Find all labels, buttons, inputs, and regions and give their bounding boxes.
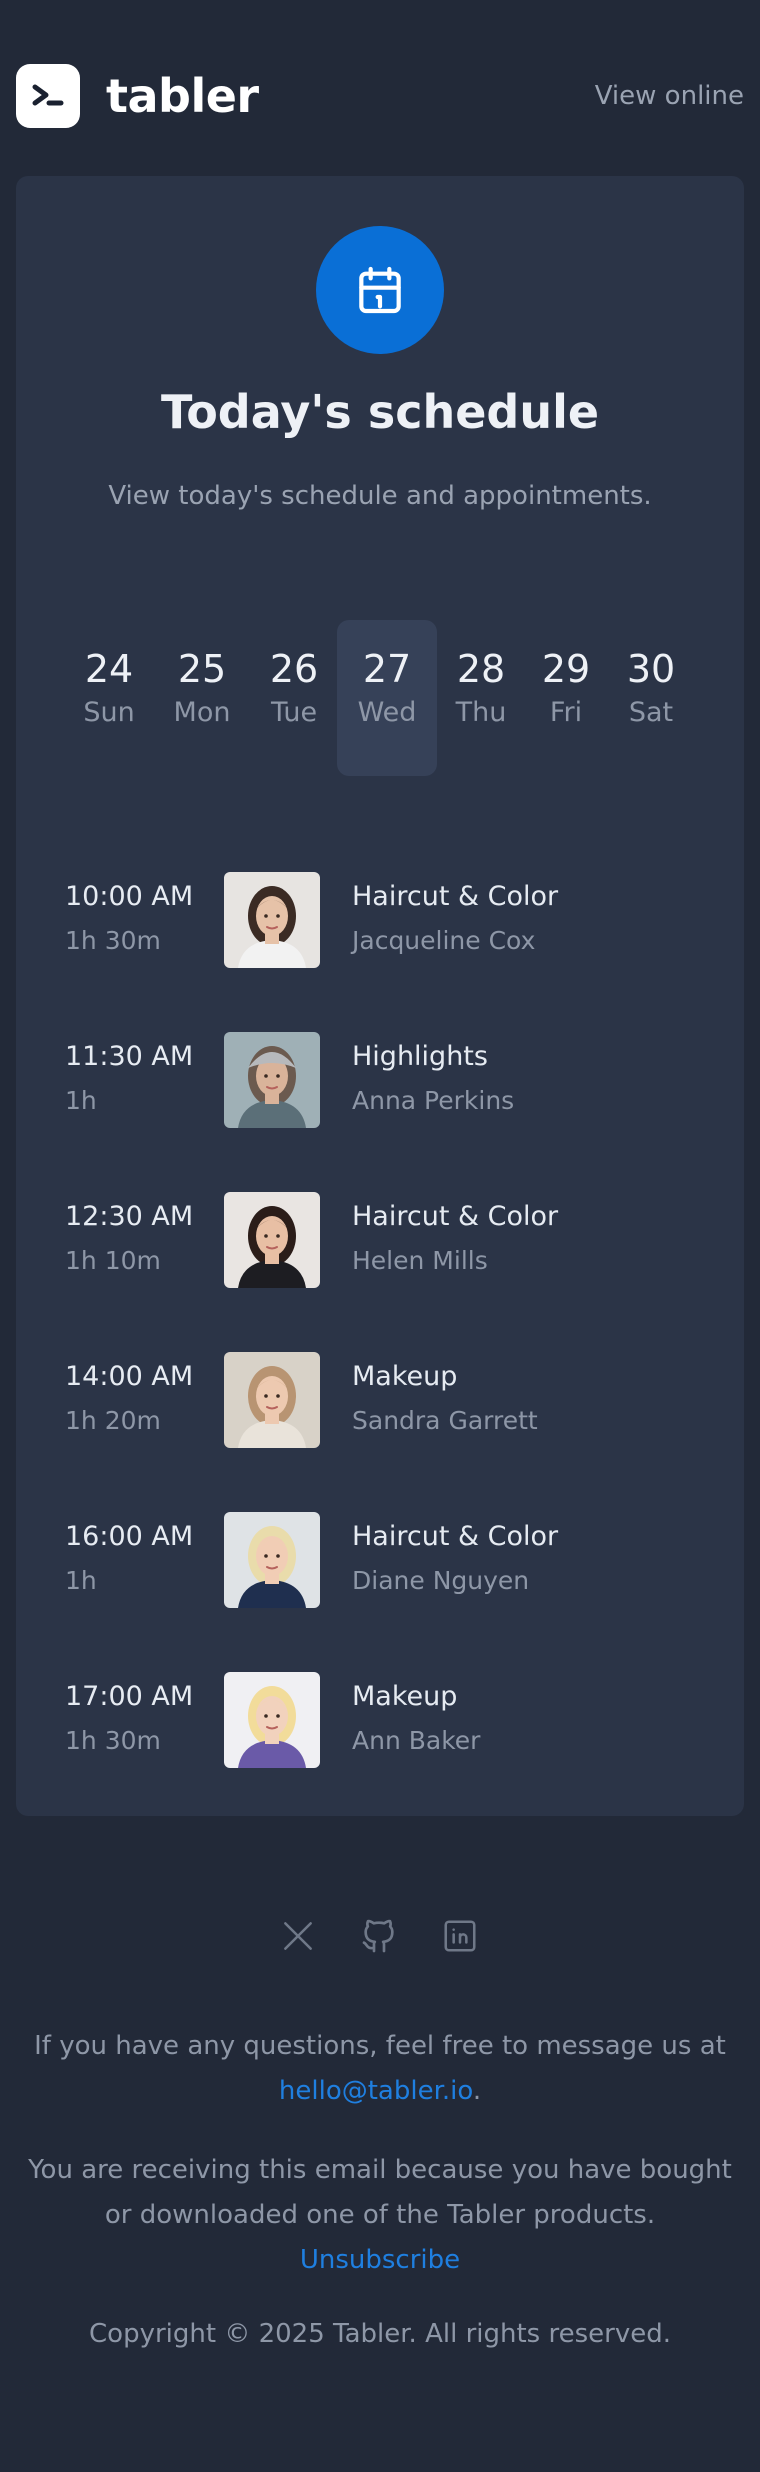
page-subtitle: View today's schedule and appointments.: [108, 481, 652, 511]
x-icon[interactable]: [276, 1914, 320, 1958]
page-title: Today's schedule: [160, 385, 600, 439]
view-online-link[interactable]: View online: [595, 80, 744, 112]
questions-label: If you have any questions, feel free to …: [34, 2031, 726, 2061]
appointment-service: Haircut & Color: [352, 1201, 559, 1232]
appointment-client: Ann Baker: [352, 1726, 481, 1755]
appointment-time: 10:00 AM: [65, 881, 194, 912]
appointment-time: 16:00 AM: [65, 1521, 194, 1552]
appointment-duration: 1h 20m: [65, 1406, 161, 1435]
day-number: 27: [362, 647, 412, 691]
appointment-row[interactable]: 14:00 AM 1h 20m Makeup Sandra Garrett: [16, 1352, 744, 1448]
appointment-client: Sandra Garrett: [352, 1406, 538, 1435]
appointment-duration: 1h 10m: [65, 1246, 161, 1275]
client-avatar: [224, 1352, 320, 1448]
day-number: 25: [177, 647, 227, 691]
appointment-service: Haircut & Color: [352, 881, 559, 912]
appointment-row[interactable]: 12:30 AM 1h 10m Haircut & Color Helen Mills: [16, 1192, 744, 1288]
day-tue[interactable]: 26 Tue: [244, 620, 344, 776]
client-avatar: [224, 1032, 320, 1128]
schedule-card: Today's schedule View today's schedule a…: [16, 176, 744, 1816]
appointment-service: Makeup: [352, 1681, 458, 1712]
appointment-duration: 1h: [65, 1566, 97, 1595]
day-name: Sun: [83, 697, 135, 728]
receiving-text: You are receiving this email because you…: [20, 2148, 740, 2283]
appointment-service: Makeup: [352, 1361, 458, 1392]
day-mon[interactable]: 25 Mon: [152, 620, 252, 776]
appointment-time: 11:30 AM: [65, 1041, 194, 1072]
github-icon[interactable]: [357, 1914, 401, 1958]
social-links: [0, 1914, 760, 1958]
email-suffix: .: [472, 2076, 482, 2106]
linkedin-icon[interactable]: [438, 1914, 482, 1958]
appointment-client: Diane Nguyen: [352, 1566, 530, 1595]
appointment-row[interactable]: 11:30 AM 1h Highlights Anna Perkins: [16, 1032, 744, 1128]
day-strip: 24 Sun 25 Mon 26 Tue 27 Wed 28 Thu 29 Fri 30 Sat: [16, 620, 744, 780]
day-number: 24: [84, 647, 134, 691]
appointment-service: Highlights: [352, 1041, 488, 1072]
appointment-client: Helen Mills: [352, 1246, 488, 1275]
day-sat[interactable]: 30 Sat: [601, 620, 701, 776]
client-avatar: [224, 872, 320, 968]
appointment-row[interactable]: 17:00 AM 1h 30m Makeup Ann Baker: [16, 1672, 744, 1768]
day-number: 30: [626, 647, 676, 691]
email-page: tabler View online Today's schedule View…: [0, 0, 760, 2472]
appointment-time: 14:00 AM: [65, 1361, 194, 1392]
appointment-time: 12:30 AM: [65, 1201, 194, 1232]
appointment-client: Jacqueline Cox: [352, 926, 536, 955]
day-name: Wed: [357, 697, 417, 728]
day-sun[interactable]: 24 Sun: [59, 620, 159, 776]
client-avatar: [224, 1672, 320, 1768]
appointment-row[interactable]: 10:00 AM 1h 30m Haircut & Color Jacqueline …: [16, 872, 744, 968]
unsubscribe-link[interactable]: Unsubscribe: [300, 2245, 460, 2275]
logo-mark-icon: [16, 64, 80, 128]
contact-email-link[interactable]: hello@tabler.io: [279, 2076, 473, 2106]
email-header: tabler View online: [16, 64, 744, 128]
day-number: 26: [269, 647, 319, 691]
appointment-service: Haircut & Color: [352, 1521, 559, 1552]
day-wed[interactable]: 27 Wed: [337, 620, 437, 776]
client-avatar: [224, 1512, 320, 1608]
appointment-time: 17:00 AM: [65, 1681, 194, 1712]
appointment-row[interactable]: 16:00 AM 1h Haircut & Color Diane Nguyen: [16, 1512, 744, 1608]
tabler-logo[interactable]: tabler: [16, 64, 259, 128]
day-name: Tue: [270, 697, 318, 728]
brand-name: tabler: [106, 69, 259, 123]
appointment-duration: 1h: [65, 1086, 97, 1115]
copyright-text: Copyright © 2025 Tabler. All rights rese…: [89, 2319, 671, 2349]
appointment-duration: 1h 30m: [65, 926, 161, 955]
questions-text: If you have any questions, feel free to …: [20, 2024, 740, 2114]
calendar-icon: [316, 226, 444, 354]
client-avatar: [224, 1192, 320, 1288]
receiving-label: You are receiving this email because you…: [28, 2155, 732, 2230]
day-name: Mon: [173, 697, 231, 728]
day-name: Sat: [628, 697, 674, 728]
appointment-duration: 1h 30m: [65, 1726, 161, 1755]
appointment-client: Anna Perkins: [352, 1086, 515, 1115]
